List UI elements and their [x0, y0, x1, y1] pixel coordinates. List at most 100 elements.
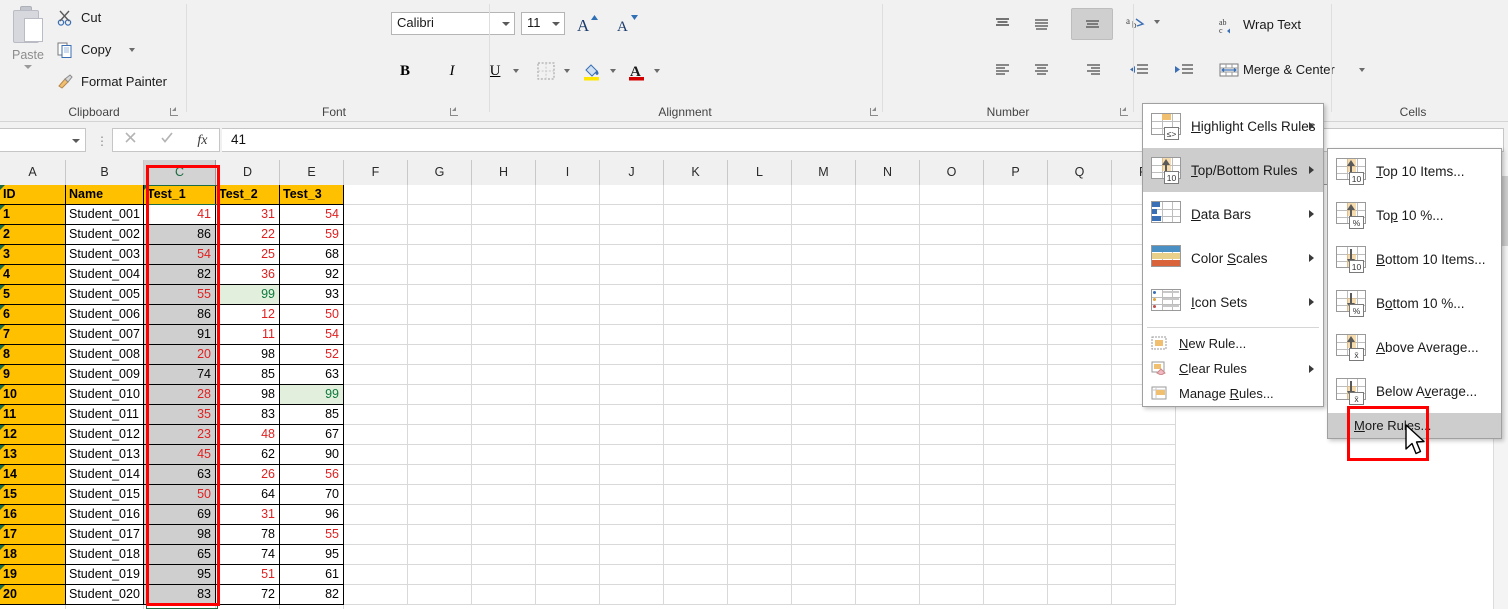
- cell-empty[interactable]: [600, 445, 664, 465]
- cell-empty[interactable]: [792, 245, 856, 265]
- cell-empty[interactable]: [856, 525, 920, 545]
- cell-empty[interactable]: [1112, 505, 1176, 525]
- cell-empty[interactable]: [472, 565, 536, 585]
- cell-empty[interactable]: [536, 565, 600, 585]
- cell-test2[interactable]: 31: [216, 505, 280, 525]
- cell-empty[interactable]: [984, 365, 1048, 385]
- cell-empty[interactable]: [0, 605, 66, 609]
- cell-empty[interactable]: [1048, 525, 1112, 545]
- cell-test1[interactable]: 45: [144, 445, 216, 465]
- cell-test2[interactable]: 25: [216, 245, 280, 265]
- cell-test1[interactable]: 83: [144, 585, 216, 605]
- cell-empty[interactable]: [1048, 185, 1112, 205]
- cell-empty[interactable]: [536, 585, 600, 605]
- cell-empty[interactable]: [728, 345, 792, 365]
- cell-empty[interactable]: [728, 445, 792, 465]
- cell-test1[interactable]: 63: [144, 465, 216, 485]
- cell-test2[interactable]: 98: [216, 345, 280, 365]
- cell-id[interactable]: 10: [0, 385, 66, 405]
- cell-empty[interactable]: [1048, 545, 1112, 565]
- cell-name[interactable]: Student_015: [66, 485, 144, 505]
- cell-id[interactable]: 13: [0, 445, 66, 465]
- cell-empty[interactable]: [536, 425, 600, 445]
- cell-empty[interactable]: [408, 585, 472, 605]
- cell-empty[interactable]: [664, 585, 728, 605]
- cell-empty[interactable]: [408, 485, 472, 505]
- cell-empty[interactable]: [344, 405, 408, 425]
- cell-empty[interactable]: [408, 405, 472, 425]
- cell-id[interactable]: 6: [0, 305, 66, 325]
- cell-empty[interactable]: [1112, 565, 1176, 585]
- tb-menu-item-below-average[interactable]: x̄ Below Average...: [1328, 369, 1501, 413]
- cell-empty[interactable]: [856, 305, 920, 325]
- cell-empty[interactable]: [344, 265, 408, 285]
- cell-id[interactable]: 2: [0, 225, 66, 245]
- cell-test3[interactable]: 92: [280, 265, 344, 285]
- cell-name[interactable]: Student_007: [66, 325, 144, 345]
- cell-empty[interactable]: [984, 285, 1048, 305]
- cell-test1[interactable]: 54: [144, 245, 216, 265]
- column-header-p[interactable]: P: [984, 160, 1048, 185]
- cell-empty[interactable]: [536, 345, 600, 365]
- cell-id[interactable]: 8: [0, 345, 66, 365]
- cell-empty[interactable]: [920, 185, 984, 205]
- cell-empty[interactable]: [216, 605, 280, 609]
- cell-empty[interactable]: [408, 525, 472, 545]
- cell-empty[interactable]: [600, 465, 664, 485]
- cell-empty[interactable]: [344, 505, 408, 525]
- cell-test1[interactable]: 55: [144, 285, 216, 305]
- cell-empty[interactable]: [472, 545, 536, 565]
- cell-empty[interactable]: [1112, 465, 1176, 485]
- column-header-o[interactable]: O: [920, 160, 984, 185]
- cell-empty[interactable]: [472, 345, 536, 365]
- cell-id[interactable]: 14: [0, 465, 66, 485]
- cell-empty[interactable]: [1048, 385, 1112, 405]
- cell-empty[interactable]: [792, 565, 856, 585]
- insert-function-icon[interactable]: fx: [197, 131, 207, 149]
- cell-empty[interactable]: [664, 525, 728, 545]
- cell-empty[interactable]: [728, 185, 792, 205]
- confirm-formula-icon[interactable]: [160, 131, 174, 149]
- font-dialog-launcher[interactable]: [448, 106, 459, 117]
- scroll-down-arrow[interactable]: [1494, 594, 1508, 609]
- cell-empty[interactable]: [536, 465, 600, 485]
- cell-empty[interactable]: [920, 545, 984, 565]
- cell-test3[interactable]: 90: [280, 445, 344, 465]
- column-header-d[interactable]: D: [216, 160, 280, 185]
- cell-name[interactable]: Student_018: [66, 545, 144, 565]
- cell-empty[interactable]: [344, 325, 408, 345]
- cell-empty[interactable]: [472, 465, 536, 485]
- paste-dropdown-caret[interactable]: [24, 65, 32, 69]
- cell-empty[interactable]: [472, 425, 536, 445]
- cell-test2[interactable]: 85: [216, 365, 280, 385]
- cell-test2[interactable]: 78: [216, 525, 280, 545]
- cell-empty[interactable]: [1048, 365, 1112, 385]
- cell-empty[interactable]: [1048, 565, 1112, 585]
- cell-test1[interactable]: 41: [144, 205, 216, 225]
- cell-empty[interactable]: [472, 405, 536, 425]
- cell-empty[interactable]: [600, 405, 664, 425]
- cell-test2[interactable]: 48: [216, 425, 280, 445]
- cell-empty[interactable]: [984, 265, 1048, 285]
- cell-empty[interactable]: [600, 525, 664, 545]
- cell-empty[interactable]: [920, 525, 984, 545]
- cell-empty[interactable]: [600, 345, 664, 365]
- column-header-b[interactable]: B: [66, 160, 144, 185]
- cell-empty[interactable]: [792, 545, 856, 565]
- cell-empty[interactable]: [600, 385, 664, 405]
- cell-name[interactable]: Student_016: [66, 505, 144, 525]
- cell-test1[interactable]: 86: [144, 305, 216, 325]
- cell-empty[interactable]: [856, 365, 920, 385]
- cell-empty[interactable]: [920, 485, 984, 505]
- cell-empty[interactable]: [408, 305, 472, 325]
- cell-name[interactable]: Student_009: [66, 365, 144, 385]
- cell-id[interactable]: 18: [0, 545, 66, 565]
- cell-empty[interactable]: [536, 245, 600, 265]
- cancel-formula-icon[interactable]: [124, 131, 137, 149]
- cell-empty[interactable]: [408, 325, 472, 345]
- cut-button[interactable]: Cut: [54, 5, 104, 30]
- cell-empty[interactable]: [600, 565, 664, 585]
- cell-empty[interactable]: [344, 305, 408, 325]
- cell-empty[interactable]: [728, 425, 792, 445]
- cell-header-test_1[interactable]: Test_1: [144, 185, 216, 205]
